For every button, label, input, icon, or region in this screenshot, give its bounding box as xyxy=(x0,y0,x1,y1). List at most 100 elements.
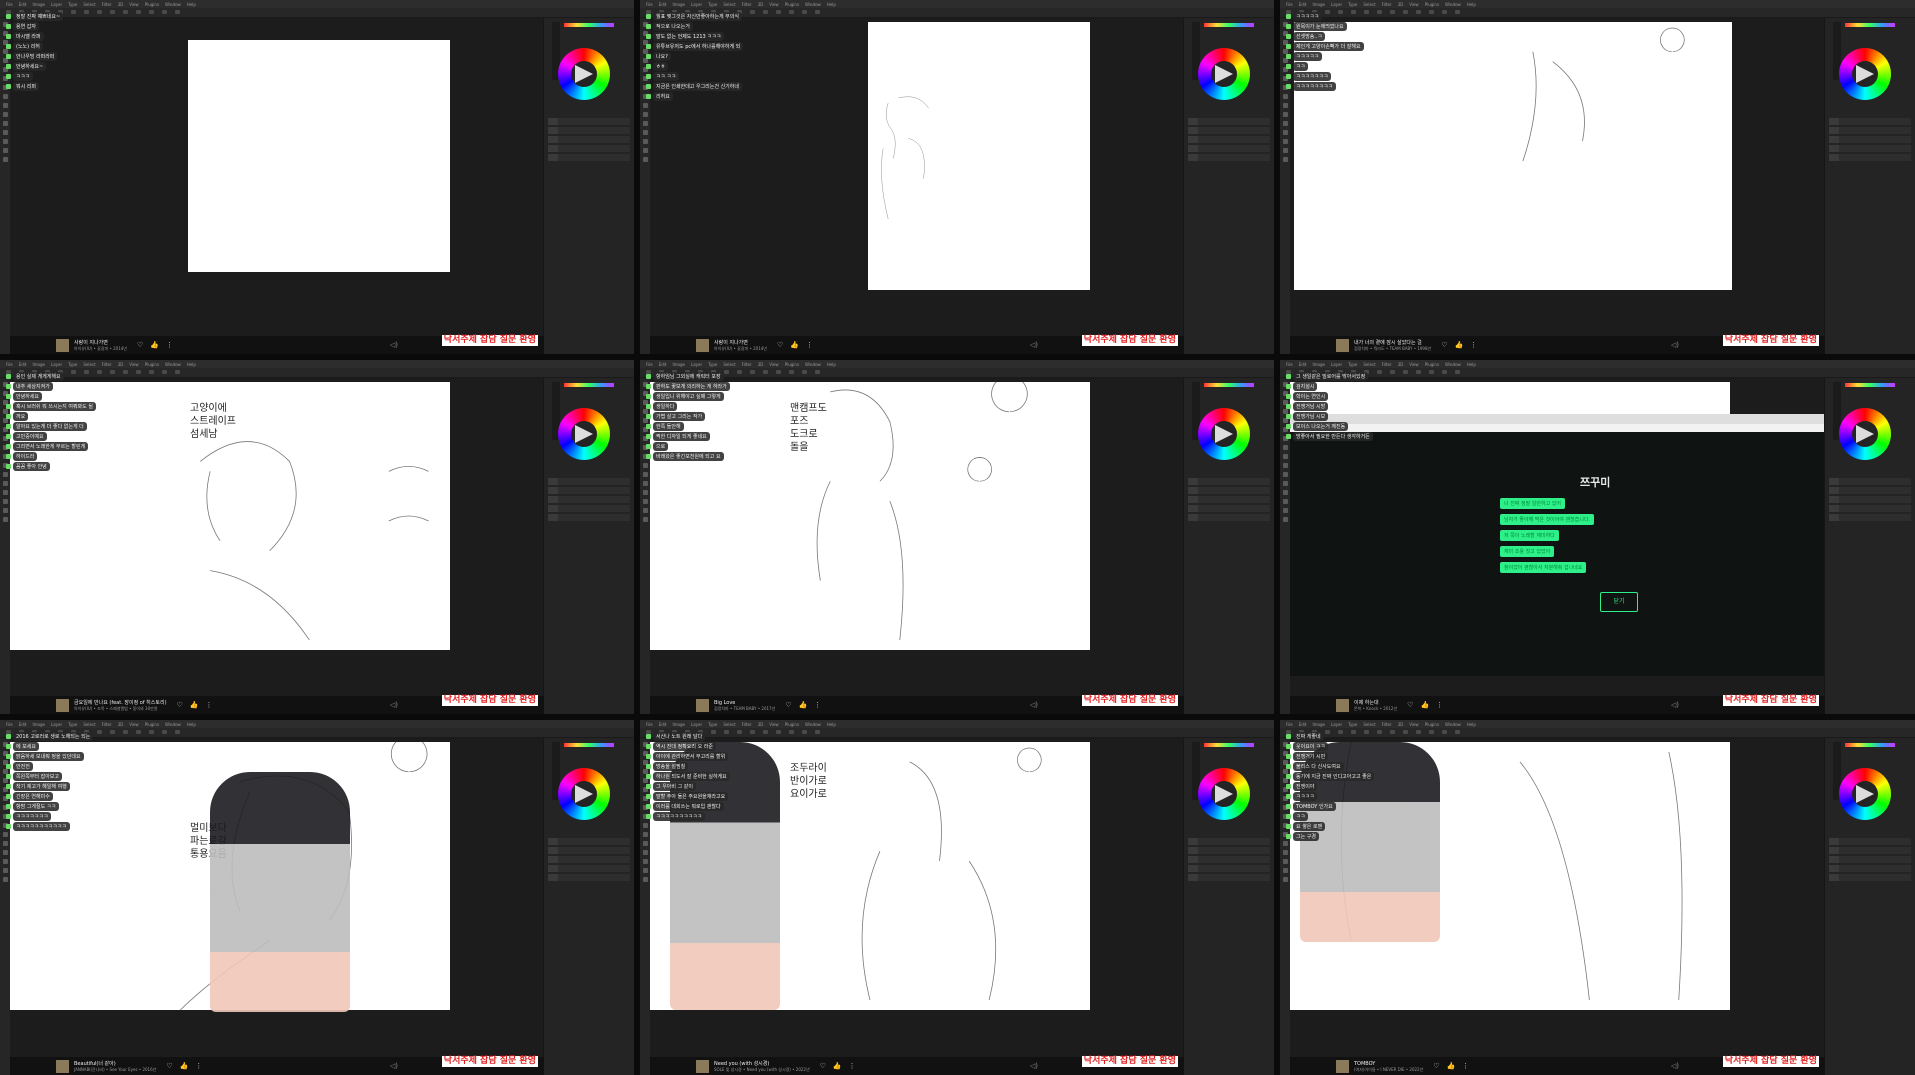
tool-icon[interactable] xyxy=(642,499,648,504)
tool-icon[interactable] xyxy=(642,139,648,144)
tool-icon[interactable] xyxy=(2,499,8,504)
tool-icon[interactable] xyxy=(2,103,8,108)
layer-row[interactable] xyxy=(1188,154,1270,161)
menu-item[interactable]: Help xyxy=(187,2,196,7)
layer-row[interactable] xyxy=(548,487,630,494)
menu-item[interactable]: Filter xyxy=(742,2,752,7)
menu-item[interactable]: Help xyxy=(827,722,836,727)
layer-row[interactable] xyxy=(1829,856,1911,863)
menu-item[interactable]: Plugins xyxy=(145,362,159,367)
thumbs-up-icon[interactable]: 👍 xyxy=(790,341,799,349)
menu-item[interactable]: Help xyxy=(187,722,196,727)
menu-item[interactable]: File xyxy=(1286,362,1293,367)
thumbs-up-icon[interactable]: 👍 xyxy=(150,341,159,349)
menu-item[interactable]: Filter xyxy=(102,362,112,367)
menu-item[interactable]: Filter xyxy=(1382,2,1392,7)
volume-icon[interactable]: ◁) xyxy=(1030,341,1038,349)
menu-item[interactable]: Window xyxy=(805,722,821,727)
heart-icon[interactable]: ♡ xyxy=(177,701,183,709)
tool-icon[interactable] xyxy=(642,517,648,522)
menu-item[interactable]: Edit xyxy=(19,362,27,367)
layer-row[interactable] xyxy=(1829,478,1911,485)
tool-icon[interactable] xyxy=(642,130,648,135)
tool-icon[interactable] xyxy=(2,517,8,522)
menu-item[interactable]: Filter xyxy=(1382,362,1392,367)
tool-icon[interactable] xyxy=(1282,463,1288,468)
tool-icon[interactable] xyxy=(1282,850,1288,855)
tool-icon[interactable] xyxy=(2,508,8,513)
thumbs-up-icon[interactable]: 👍 xyxy=(180,1062,189,1070)
thumbs-up-icon[interactable]: 👍 xyxy=(833,1062,842,1070)
swatch-strip[interactable] xyxy=(1845,23,1895,27)
menu-item[interactable]: Select xyxy=(723,2,735,7)
tool-icon[interactable] xyxy=(642,877,648,882)
menu-item[interactable]: Type xyxy=(1348,362,1357,367)
menu-item[interactable]: View xyxy=(769,2,779,7)
option-button[interactable] xyxy=(802,370,807,374)
menu-item[interactable]: Type xyxy=(1348,2,1357,7)
layer-row[interactable] xyxy=(1829,874,1911,881)
layer-row[interactable] xyxy=(1829,145,1911,152)
menu-item[interactable]: Plugins xyxy=(1425,2,1439,7)
layer-row[interactable] xyxy=(1188,505,1270,512)
menu-item[interactable]: Window xyxy=(1445,2,1461,7)
layer-row[interactable] xyxy=(1829,136,1911,143)
menu-item[interactable]: Plugins xyxy=(785,362,799,367)
menu-item[interactable]: Help xyxy=(187,362,196,367)
option-button[interactable] xyxy=(1442,10,1447,14)
menu-item[interactable]: Select xyxy=(83,722,95,727)
tool-icon[interactable] xyxy=(2,481,8,486)
volume-icon[interactable]: ◁) xyxy=(1671,1062,1679,1070)
tool-icon[interactable] xyxy=(2,139,8,144)
tool-icon[interactable] xyxy=(1282,859,1288,864)
volume-icon[interactable]: ◁) xyxy=(390,341,398,349)
menu-item[interactable]: Image xyxy=(672,2,685,7)
menu-item[interactable]: File xyxy=(646,722,653,727)
tool-icon[interactable] xyxy=(2,148,8,153)
more-icon[interactable]: ⋮ xyxy=(1470,341,1477,349)
menu-item[interactable]: Filter xyxy=(102,2,112,7)
menu-item[interactable]: Type xyxy=(708,2,717,7)
tool-icon[interactable] xyxy=(2,859,8,864)
tool-icon[interactable] xyxy=(642,157,648,162)
layer-row[interactable] xyxy=(1188,478,1270,485)
menu-item[interactable]: Help xyxy=(827,362,836,367)
menu-item[interactable]: View xyxy=(129,722,139,727)
menu-item[interactable]: Image xyxy=(32,2,45,7)
tool-icon[interactable] xyxy=(2,850,8,855)
menu-item[interactable]: 3D xyxy=(758,722,764,727)
tool-icon[interactable] xyxy=(642,463,648,468)
layer-row[interactable] xyxy=(1188,514,1270,521)
menu-item[interactable]: 3D xyxy=(1398,2,1404,7)
heart-icon[interactable]: ♡ xyxy=(777,341,783,349)
tool-icon[interactable] xyxy=(1282,112,1288,117)
option-button[interactable] xyxy=(802,730,807,734)
layer-row[interactable] xyxy=(1188,487,1270,494)
menu-item[interactable]: Layer xyxy=(691,722,702,727)
swatch-strip[interactable] xyxy=(564,383,614,387)
layer-row[interactable] xyxy=(548,154,630,161)
color-triangle[interactable] xyxy=(1215,65,1233,83)
tool-icon[interactable] xyxy=(642,508,648,513)
layer-row[interactable] xyxy=(1188,847,1270,854)
layer-row[interactable] xyxy=(1188,136,1270,143)
menu-item[interactable]: Help xyxy=(1467,2,1476,7)
menu-item[interactable]: Help xyxy=(1467,722,1476,727)
option-button[interactable] xyxy=(1455,370,1460,374)
menu-item[interactable]: Window xyxy=(165,722,181,727)
option-button[interactable] xyxy=(1442,730,1447,734)
menu-item[interactable]: Filter xyxy=(1382,722,1392,727)
tool-icon[interactable] xyxy=(2,868,8,873)
option-button[interactable] xyxy=(815,730,820,734)
menu-item[interactable]: View xyxy=(769,722,779,727)
menu-item[interactable]: Edit xyxy=(19,722,27,727)
menu-item[interactable]: Select xyxy=(723,362,735,367)
tool-icon[interactable] xyxy=(1282,868,1288,873)
menu-item[interactable]: Plugins xyxy=(1425,722,1439,727)
menu-item[interactable]: Edit xyxy=(1299,362,1307,367)
volume-icon[interactable]: ◁) xyxy=(1030,1062,1038,1070)
menu-item[interactable]: Select xyxy=(83,2,95,7)
tool-icon[interactable] xyxy=(1282,508,1288,513)
heart-icon[interactable]: ♡ xyxy=(1441,341,1447,349)
tool-icon[interactable] xyxy=(1282,517,1288,522)
